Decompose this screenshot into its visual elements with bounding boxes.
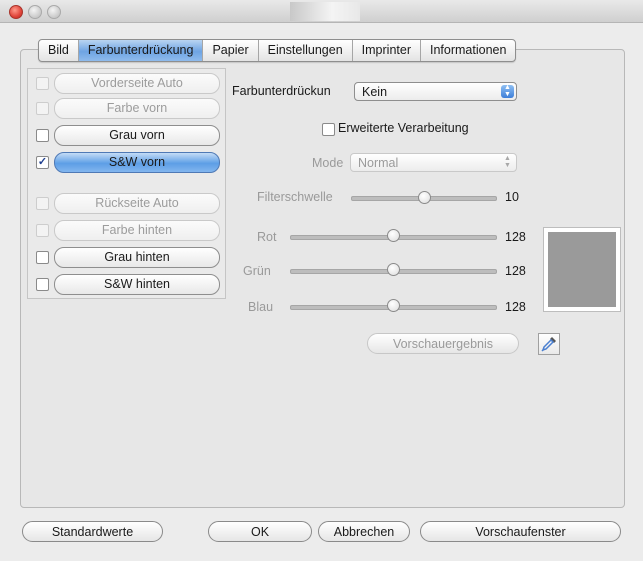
checkbox[interactable] (36, 102, 49, 115)
side-item-button[interactable]: Rückseite Auto (54, 193, 220, 214)
defaults-button[interactable]: Standardwerte (22, 521, 163, 542)
side-item-button[interactable]: Grau vorn (54, 125, 220, 146)
red-slider-knob[interactable] (387, 229, 400, 242)
title-area (290, 2, 360, 21)
filter-value: 10 (505, 190, 519, 204)
side-item-button[interactable]: Grau hinten (54, 247, 220, 268)
select-arrows-icon: ▲ ▼ (504, 155, 511, 169)
dialog-window: Bild Farbunterdrückung Papier Einstellun… (0, 0, 643, 561)
tab-einstellungen[interactable]: Einstellungen (259, 40, 353, 61)
tab-bar: Bild Farbunterdrückung Papier Einstellun… (38, 39, 517, 62)
minimize-icon[interactable] (28, 5, 42, 19)
blue-value: 128 (505, 300, 526, 314)
dropout-select[interactable]: Kein ▲ ▼ (354, 82, 517, 101)
dropout-value: Kein (362, 85, 388, 99)
advanced-checkbox[interactable] (322, 123, 335, 136)
tab-bild[interactable]: Bild (39, 40, 79, 61)
green-slider-knob[interactable] (387, 263, 400, 276)
side-item-grau-vorn: Grau vorn (28, 124, 225, 146)
side-item-sw-vorn: ✓ S&W vorn (28, 151, 225, 173)
image-type-list: Vorderseite Auto Farbe vorn Grau vorn ✓ … (27, 68, 226, 299)
ok-button[interactable]: OK (208, 521, 312, 542)
filter-label: Filterschwelle (257, 190, 333, 204)
mode-value: Normal (358, 156, 399, 170)
side-item-button[interactable]: S&W hinten (54, 274, 220, 295)
side-item-farbe-hinten: Farbe hinten (28, 219, 225, 241)
checkbox-checked[interactable]: ✓ (36, 156, 49, 169)
preview-window-button[interactable]: Vorschaufenster (420, 521, 621, 542)
green-value: 128 (505, 264, 526, 278)
close-icon[interactable] (9, 5, 23, 19)
side-item-button[interactable]: Farbe vorn (54, 98, 220, 119)
filter-slider-knob[interactable] (418, 191, 431, 204)
green-label: Grün (243, 264, 271, 278)
side-item-button-selected[interactable]: S&W vorn (54, 152, 220, 173)
side-item-grau-hinten: Grau hinten (28, 246, 225, 268)
side-item-sw-hinten: S&W hinten (28, 273, 225, 295)
side-item-rueckseite-auto: Rückseite Auto (28, 192, 225, 214)
checkbox[interactable] (36, 129, 49, 142)
checkbox[interactable] (36, 278, 49, 291)
blue-label: Blau (248, 300, 274, 314)
tab-imprinter[interactable]: Imprinter (353, 40, 421, 61)
mode-select[interactable]: Normal ▲ ▼ (350, 153, 517, 172)
side-item-farbe-vorn: Farbe vorn (28, 97, 225, 119)
checkbox[interactable] (36, 77, 49, 90)
tab-informationen[interactable]: Informationen (421, 40, 515, 61)
checkbox[interactable] (36, 224, 49, 237)
side-item-button[interactable]: Farbe hinten (54, 220, 220, 241)
preview-result-button[interactable]: Vorschauergebnis (367, 333, 519, 354)
advanced-label: Erweiterte Verarbeitung (338, 121, 469, 135)
tab-farbunterdrueckung[interactable]: Farbunterdrückung (78, 40, 204, 61)
red-label: Rot (257, 230, 277, 244)
dropout-label: Farbunterdrückun (232, 84, 331, 98)
eyedropper-button[interactable] (538, 333, 560, 355)
side-item-vorderseite-auto: Vorderseite Auto (28, 72, 225, 94)
color-preview-swatch (543, 227, 621, 312)
tab-papier[interactable]: Papier (203, 40, 259, 61)
select-arrows-icon: ▲ ▼ (501, 84, 514, 98)
red-value: 128 (505, 230, 526, 244)
blue-slider-knob[interactable] (387, 299, 400, 312)
checkbox[interactable] (36, 197, 49, 210)
color-preview-fill (548, 232, 616, 307)
checkbox[interactable] (36, 251, 49, 264)
eyedropper-icon (541, 337, 556, 352)
zoom-icon[interactable] (47, 5, 61, 19)
mode-label: Mode (312, 156, 344, 170)
cancel-button[interactable]: Abbrechen (318, 521, 410, 542)
title-bar (0, 0, 643, 23)
side-item-button[interactable]: Vorderseite Auto (54, 73, 220, 94)
